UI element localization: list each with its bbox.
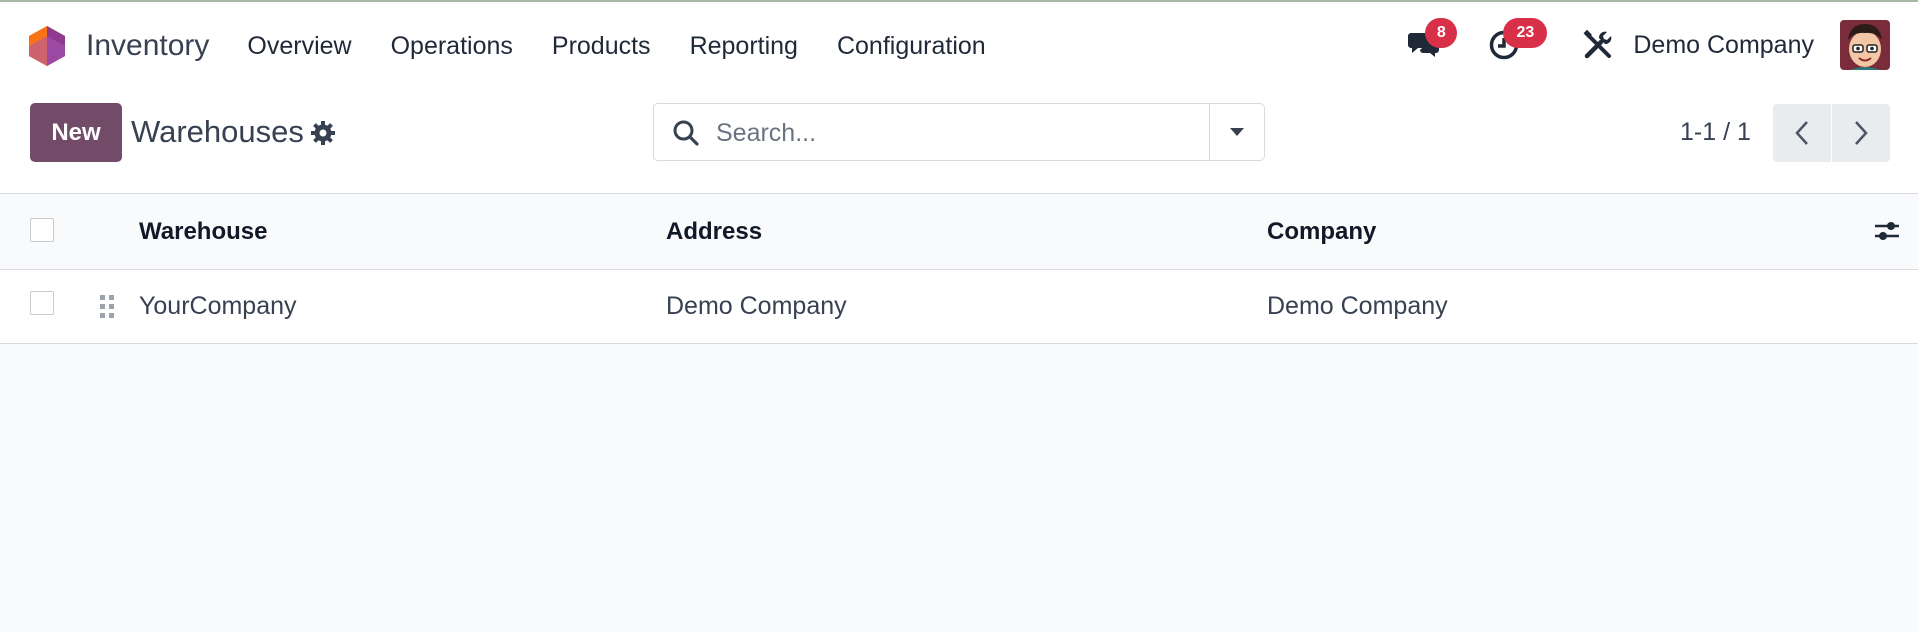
menu-configuration[interactable]: Configuration bbox=[837, 32, 986, 61]
menu-reporting[interactable]: Reporting bbox=[690, 32, 798, 61]
activities-badge: 23 bbox=[1503, 18, 1548, 48]
new-button[interactable]: New bbox=[30, 103, 122, 162]
menu-operations[interactable]: Operations bbox=[391, 32, 513, 61]
search-options-toggle[interactable] bbox=[1209, 104, 1264, 160]
messages-button[interactable]: 8 bbox=[1403, 18, 1458, 66]
drag-handle-icon[interactable] bbox=[98, 293, 116, 326]
chevron-left-icon bbox=[1795, 121, 1808, 145]
search-bar bbox=[653, 103, 1265, 161]
chevron-right-icon bbox=[1855, 121, 1868, 145]
main-navbar: Inventory Overview Operations Products R… bbox=[0, 2, 1918, 90]
pager-next-button[interactable] bbox=[1832, 104, 1890, 162]
pager-previous-button[interactable] bbox=[1773, 104, 1831, 162]
table-row[interactable]: YourCompany Demo Company Demo Company bbox=[0, 270, 1918, 344]
page-title[interactable]: Warehouses bbox=[131, 114, 304, 150]
inventory-logo-icon[interactable] bbox=[28, 24, 66, 68]
search-icon bbox=[673, 120, 699, 146]
pager-value[interactable]: 1-1 / 1 bbox=[1680, 118, 1751, 147]
activities-button[interactable]: 23 bbox=[1483, 18, 1548, 66]
app-name[interactable]: Inventory bbox=[86, 29, 209, 63]
systray: 8 23 Demo Company bbox=[1403, 18, 1890, 70]
debug-tools-button[interactable] bbox=[1577, 24, 1619, 66]
tools-icon bbox=[1583, 29, 1612, 59]
cell-warehouse[interactable]: YourCompany bbox=[139, 292, 297, 321]
table-header: Warehouse Address Company bbox=[0, 194, 1918, 270]
nav-left: Inventory Overview Operations Products R… bbox=[28, 24, 1025, 68]
gear-icon[interactable] bbox=[310, 120, 336, 146]
sliders-icon[interactable] bbox=[1873, 218, 1901, 249]
user-avatar[interactable] bbox=[1840, 20, 1890, 70]
row-checkbox[interactable] bbox=[30, 291, 54, 315]
menu-overview[interactable]: Overview bbox=[247, 32, 351, 61]
column-header-warehouse[interactable]: Warehouse bbox=[139, 218, 267, 246]
company-switcher[interactable]: Demo Company bbox=[1633, 31, 1814, 60]
cell-company[interactable]: Demo Company bbox=[1267, 292, 1448, 321]
caret-down-icon bbox=[1230, 128, 1244, 136]
search-input[interactable] bbox=[714, 112, 1258, 154]
select-all-checkbox[interactable] bbox=[30, 218, 54, 242]
column-header-address[interactable]: Address bbox=[666, 218, 762, 246]
column-header-company[interactable]: Company bbox=[1267, 218, 1376, 246]
cell-address[interactable]: Demo Company bbox=[666, 292, 847, 321]
menu-products[interactable]: Products bbox=[552, 32, 651, 61]
control-panel: New Warehouses Search... 1-1 / 1 bbox=[0, 90, 1918, 194]
messages-badge: 8 bbox=[1425, 18, 1458, 48]
